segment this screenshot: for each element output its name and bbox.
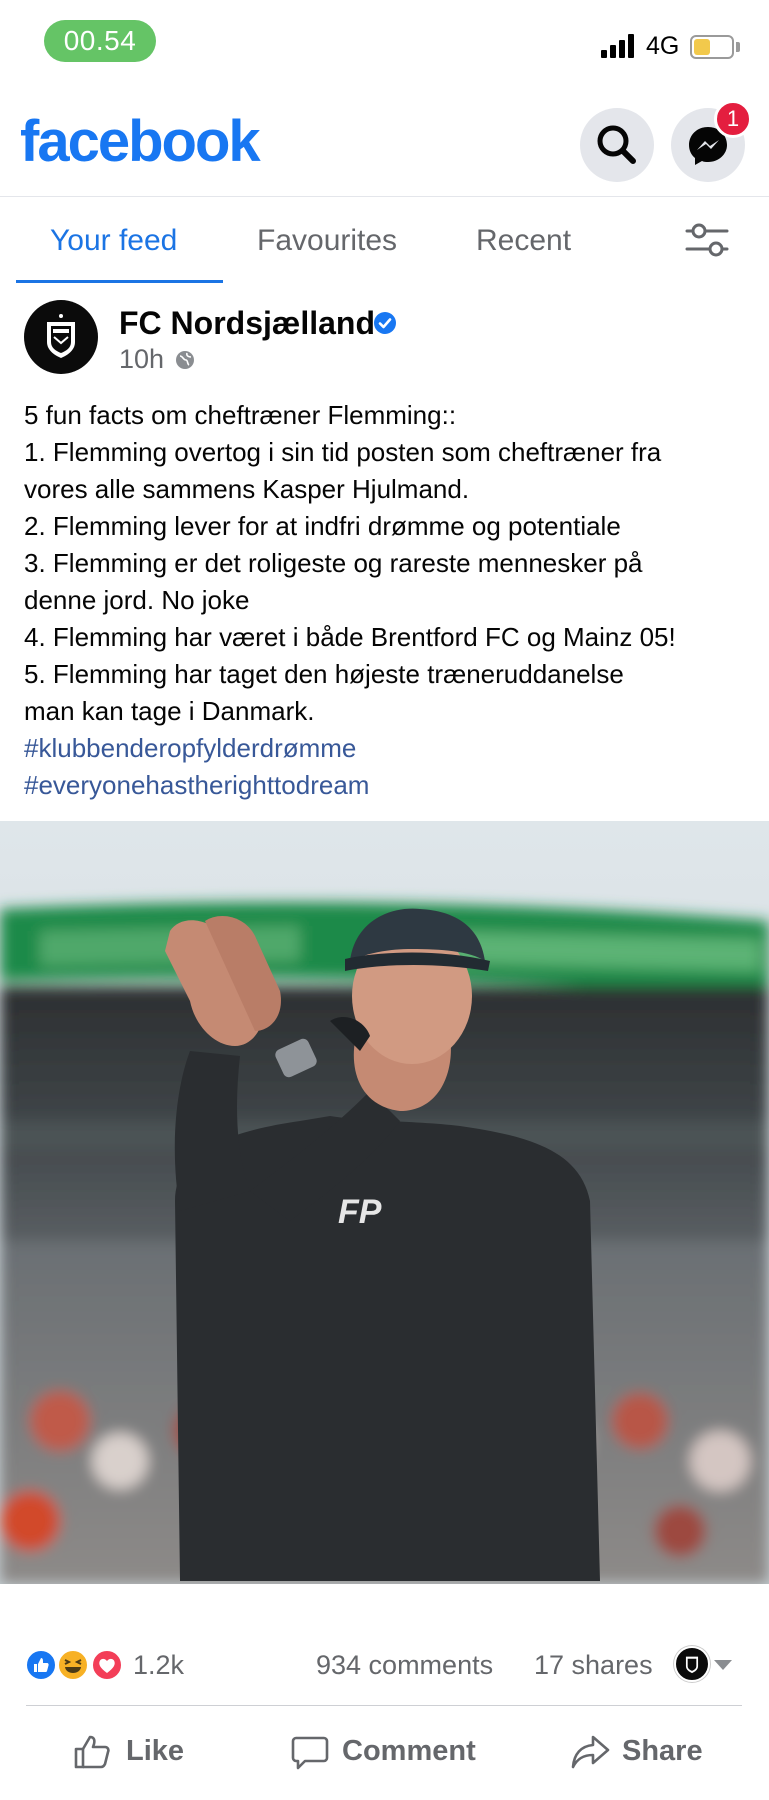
comment-count[interactable]: 934 comments — [316, 1650, 493, 1681]
signal-icon — [601, 34, 637, 58]
reaction-count[interactable]: 1.2k — [133, 1650, 184, 1681]
reaction-icons[interactable] — [24, 1648, 128, 1682]
page-avatar[interactable] — [24, 300, 98, 374]
post-body: 5 fun facts om cheftræner Flemming:: 1. … — [24, 397, 754, 804]
network-label: 4G — [646, 32, 680, 60]
app-header: facebook 1 — [0, 90, 769, 197]
facebook-logo[interactable]: facebook — [20, 108, 261, 175]
club-crest-icon — [685, 1656, 699, 1674]
status-time: 00.54 — [44, 20, 156, 62]
tab-your-feed[interactable]: Your feed — [50, 224, 177, 258]
post-header: FC Nordsjælland 10h — [0, 295, 769, 381]
search-button[interactable] — [580, 108, 654, 182]
reactions-row: 1.2k 934 comments 17 shares — [0, 1640, 769, 1690]
club-crest-icon — [47, 314, 75, 358]
share-count[interactable]: 17 shares — [534, 1650, 653, 1681]
post-line: 5 fun facts om cheftræner Flemming:: — [24, 400, 457, 430]
like-label: Like — [126, 1735, 185, 1767]
active-tab-indicator — [16, 280, 223, 283]
share-icon — [571, 1735, 610, 1769]
hashtag-link[interactable]: #everyonehastherighttodream — [24, 767, 754, 804]
jacket-monogram: FP — [338, 1193, 382, 1231]
status-bar: 00.54 4G — [0, 0, 769, 80]
post-line: denne jord. No joke — [24, 585, 250, 615]
comment-button[interactable]: Comment — [290, 1727, 490, 1777]
thumbs-up-icon — [74, 1735, 110, 1769]
filter-settings-icon[interactable] — [683, 220, 731, 260]
post-line: man kan tage i Danmark. — [24, 696, 315, 726]
like-button[interactable]: Like — [72, 1727, 212, 1777]
post-author[interactable]: FC Nordsjælland — [119, 305, 375, 342]
battery-cap — [736, 42, 740, 52]
post-line: 3. Flemming er det roligeste og rareste … — [24, 548, 643, 578]
coach-photo: FP — [0, 821, 769, 1584]
feed-tabs: Your feed Favourites Recent — [0, 198, 769, 284]
battery-icon — [690, 35, 734, 59]
post-actions: Like Comment Share — [0, 1715, 769, 1790]
post-line: 5. Flemming har taget den højeste træner… — [24, 659, 624, 689]
post-line: 2. Flemming lever for at indfri drømme o… — [24, 511, 621, 541]
comment-icon — [291, 1736, 329, 1770]
share-label: Share — [622, 1735, 703, 1767]
like-reaction-icon — [25, 1649, 57, 1681]
haha-reaction-icon — [57, 1649, 89, 1681]
tab-recent[interactable]: Recent — [476, 224, 571, 258]
post-line: vores alle sammens Kasper Hjulmand. — [24, 474, 470, 504]
verified-badge-icon — [374, 312, 396, 334]
page-selector-avatar[interactable] — [674, 1646, 710, 1682]
share-button[interactable]: Share — [570, 1727, 720, 1777]
post-line: 1. Flemming overtog i sin tid posten som… — [24, 437, 662, 467]
search-icon — [597, 125, 636, 164]
comment-label: Comment — [342, 1735, 476, 1767]
love-reaction-icon — [91, 1649, 123, 1681]
actions-divider — [26, 1705, 742, 1706]
post-timestamp[interactable]: 10h — [119, 344, 164, 375]
chevron-down-icon[interactable] — [714, 1660, 732, 1670]
post-line: 4. Flemming har været i både Brentford F… — [24, 622, 676, 652]
tab-favourites[interactable]: Favourites — [257, 224, 397, 258]
hashtag-link[interactable]: #klubbenderopfylderdrømme — [24, 730, 754, 767]
notification-badge: 1 — [714, 100, 752, 138]
post-photo[interactable]: FP — [0, 821, 769, 1584]
globe-icon — [176, 351, 194, 369]
